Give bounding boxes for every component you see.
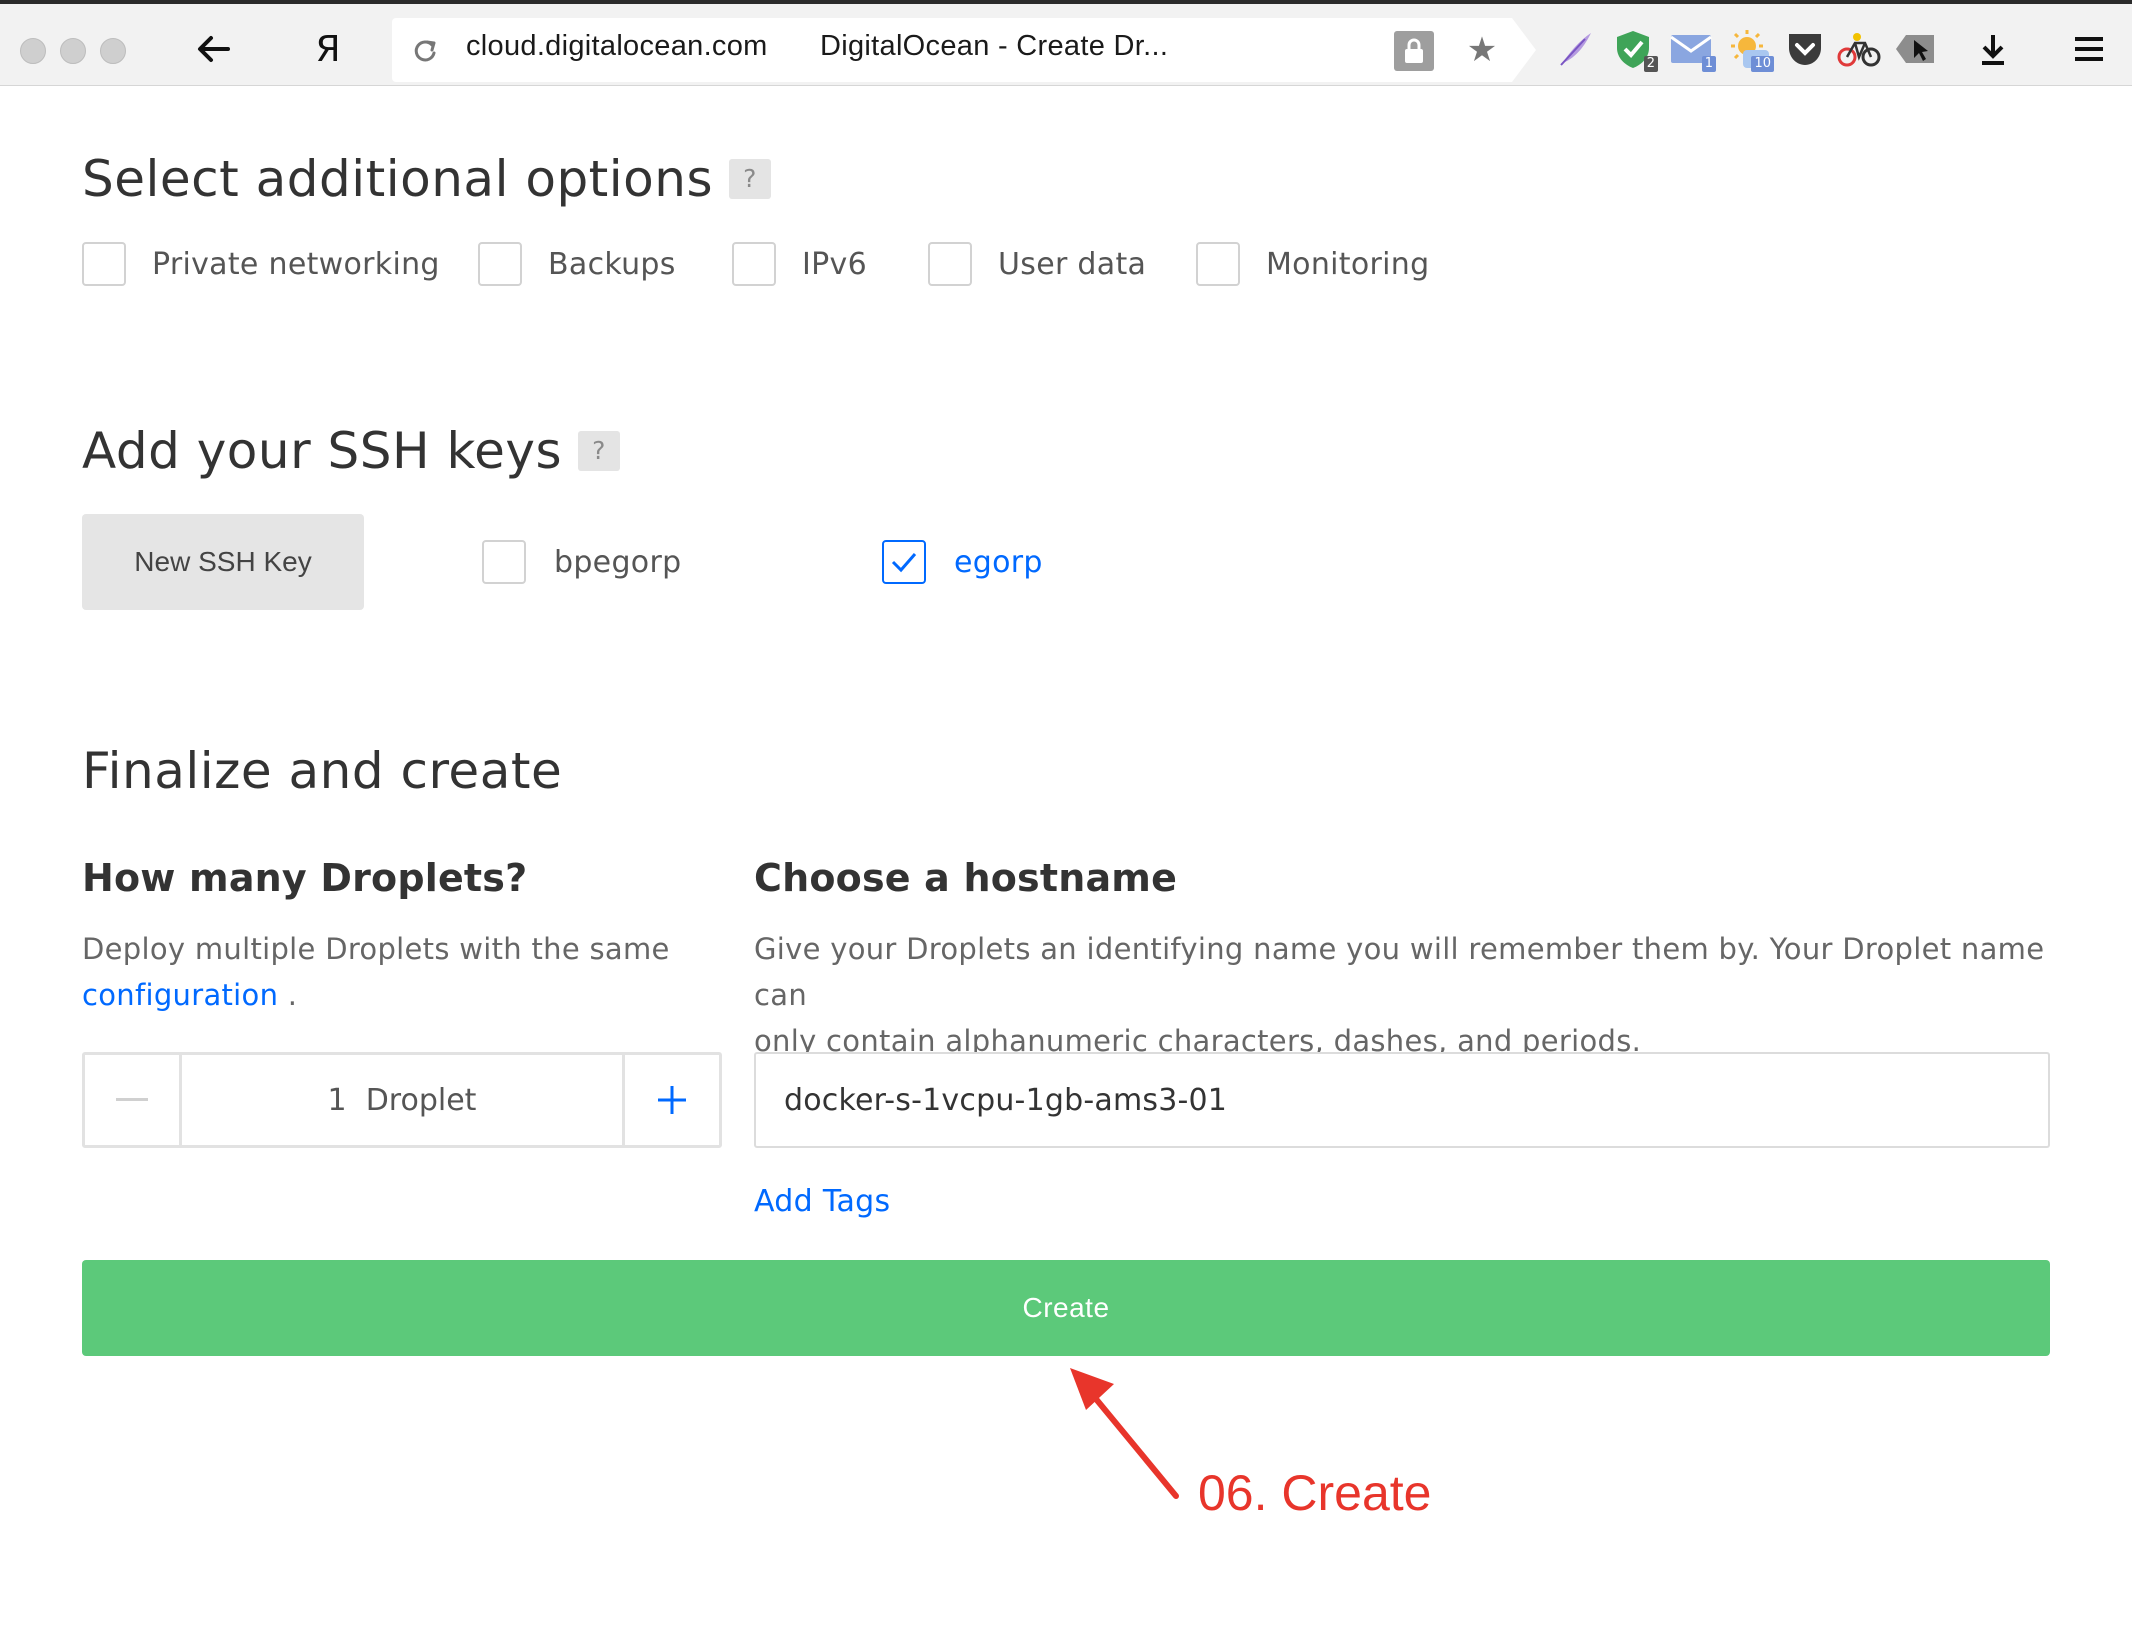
option-private-networking[interactable]: Private networking: [82, 242, 440, 286]
option-label: Backups: [548, 246, 676, 282]
option-backups[interactable]: Backups: [478, 242, 676, 286]
download-icon[interactable]: [1970, 26, 2016, 72]
extension-badge: 2: [1643, 56, 1658, 72]
options-title-text: Select additional options: [82, 150, 714, 208]
monitoring-checkbox[interactable]: [1196, 242, 1240, 286]
back-button[interactable]: [190, 26, 236, 72]
private-networking-checkbox[interactable]: [82, 242, 126, 286]
browser-toolbar: Я cloud.digitalocean.com DigitalOcean - …: [0, 0, 2132, 86]
checkmark-icon: [891, 553, 917, 573]
user-data-checkbox[interactable]: [928, 242, 972, 286]
minus-icon: [116, 1098, 148, 1101]
droplet-quantity-stepper: 1 Droplet: [82, 1052, 722, 1148]
extension-badge: 10: [1751, 56, 1774, 72]
ssh-key-checkbox[interactable]: [482, 540, 526, 584]
yandex-logo-text: Я: [315, 28, 341, 70]
window-minimize-button[interactable]: [60, 38, 86, 64]
droplet-count-description: Deploy multiple Droplets with the same c…: [82, 926, 722, 1018]
window-maximize-button[interactable]: [100, 38, 126, 64]
ssh-key-bpegorp[interactable]: bpegorp: [482, 540, 681, 584]
ssh-section-title: Add your SSH keys?: [82, 422, 621, 480]
mail-icon[interactable]: 1: [1668, 26, 1716, 72]
hostname-input[interactable]: [754, 1052, 2050, 1148]
decrement-button[interactable]: [85, 1055, 182, 1145]
option-label: IPv6: [802, 246, 867, 282]
ssh-key-checkbox-checked[interactable]: [882, 540, 926, 584]
page-title-in-address-bar: DigitalOcean - Create Dr...: [820, 30, 1169, 62]
option-user-data[interactable]: User data: [928, 242, 1146, 286]
window-close-button[interactable]: [20, 38, 46, 64]
backups-checkbox[interactable]: [478, 242, 522, 286]
bike-icon[interactable]: [1836, 26, 1882, 72]
increment-button[interactable]: [622, 1055, 719, 1145]
droplet-desc-tail: .: [278, 978, 298, 1012]
hostname-description: Give your Droplets an identifying name y…: [754, 926, 2050, 1064]
lock-icon[interactable]: [1394, 31, 1434, 71]
plus-icon: [658, 1086, 686, 1114]
menu-icon[interactable]: [2066, 26, 2112, 72]
cursor-tag-icon[interactable]: [1892, 26, 1938, 72]
extension-badge: 1: [1701, 56, 1716, 72]
reload-icon[interactable]: [410, 36, 440, 66]
option-ipv6[interactable]: IPv6: [732, 242, 867, 286]
ssh-help-button[interactable]: ?: [578, 430, 621, 471]
ssh-key-label: bpegorp: [554, 544, 682, 580]
hostname-title: Choose a hostname: [754, 856, 1178, 900]
options-section-title: Select additional options?: [82, 150, 772, 208]
option-label: Monitoring: [1266, 246, 1430, 282]
pocket-icon[interactable]: [1782, 26, 1828, 72]
option-monitoring[interactable]: Monitoring: [1196, 242, 1429, 286]
add-tags-link[interactable]: Add Tags: [754, 1184, 890, 1219]
arrow-left-icon: [198, 36, 230, 62]
address-bar[interactable]: cloud.digitalocean.com DigitalOcean - Cr…: [392, 18, 1536, 82]
url-domain[interactable]: cloud.digitalocean.com: [466, 30, 768, 63]
hostname-desc-line: Give your Droplets an identifying name y…: [754, 932, 2045, 1012]
bookmark-star-icon[interactable]: ★: [1462, 30, 1502, 70]
configuration-link[interactable]: configuration: [82, 978, 278, 1012]
finalize-section-title: Finalize and create: [82, 742, 563, 800]
weather-icon[interactable]: 10: [1726, 26, 1774, 72]
annotation-label: 06. Create: [1198, 1465, 1432, 1521]
option-label: User data: [998, 246, 1147, 282]
ssh-title-text: Add your SSH keys: [82, 422, 563, 480]
droplet-count-value[interactable]: 1 Droplet: [182, 1055, 622, 1145]
option-label: Private networking: [152, 246, 440, 282]
shield-check-icon[interactable]: 2: [1610, 26, 1658, 72]
create-button[interactable]: Create: [82, 1260, 2050, 1356]
feather-icon[interactable]: [1552, 26, 1598, 72]
ssh-key-label: egorp: [954, 544, 1043, 580]
droplet-count-title: How many Droplets?: [82, 856, 528, 900]
options-help-button[interactable]: ?: [729, 158, 772, 199]
ssh-key-egorp[interactable]: egorp: [882, 540, 1043, 584]
annotation-arrow-icon: [1070, 1368, 1179, 1499]
ipv6-checkbox[interactable]: [732, 242, 776, 286]
yandex-home-button[interactable]: Я: [305, 26, 351, 72]
new-ssh-key-button[interactable]: New SSH Key: [82, 514, 364, 610]
droplet-desc-line: Deploy multiple Droplets with the same: [82, 932, 670, 966]
